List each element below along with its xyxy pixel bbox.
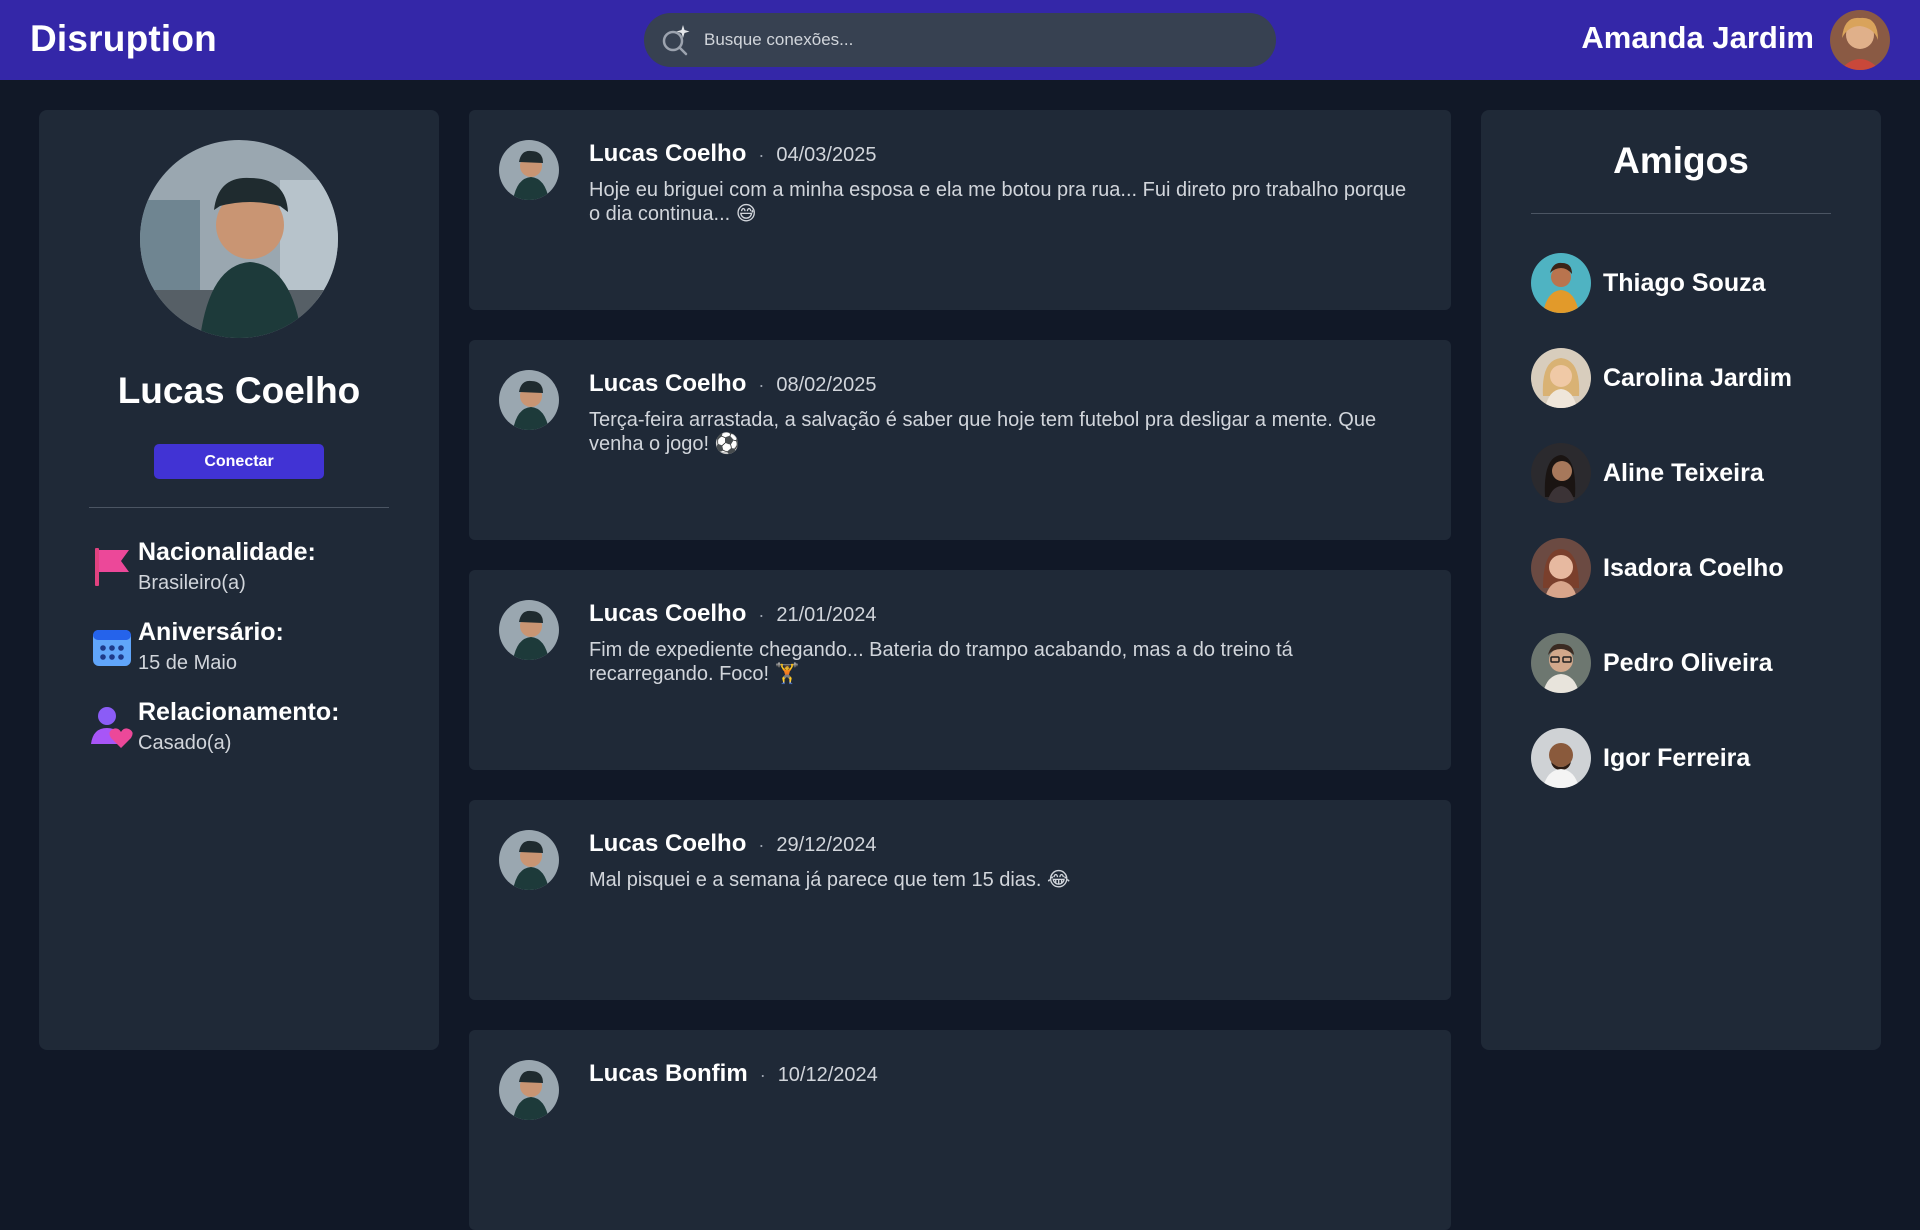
current-user-name[interactable]: Amanda Jardim xyxy=(1581,20,1814,56)
search-sparkle-icon xyxy=(662,25,690,56)
post-author-avatar[interactable] xyxy=(499,370,559,430)
separator-dot: · xyxy=(758,375,765,395)
friend-name[interactable]: Thiago Souza xyxy=(1603,269,1766,298)
connect-button[interactable]: Conectar xyxy=(154,444,324,479)
friend-item[interactable]: Aline Teixeira xyxy=(1531,443,1851,503)
divider xyxy=(1531,213,1831,214)
info-value: Brasileiro(a) xyxy=(138,572,246,594)
post-text: Hoje eu briguei com a minha esposa e ela… xyxy=(589,179,1407,225)
post-author-avatar[interactable] xyxy=(499,140,559,200)
calendar-icon xyxy=(93,630,131,666)
info-birthday: Aniversário: 15 de Maio xyxy=(89,618,419,688)
friend-name[interactable]: Igor Ferreira xyxy=(1603,744,1750,773)
post-date: 21/01/2024 xyxy=(776,604,877,626)
search-bar[interactable] xyxy=(644,13,1276,67)
friend-avatar[interactable] xyxy=(1531,348,1591,408)
post-header: Lucas Coelho · 29/12/2024 xyxy=(589,830,876,858)
post-text: Mal pisquei e a semana já parece que tem… xyxy=(589,869,1071,891)
post-author-avatar[interactable] xyxy=(499,830,559,890)
profile-photo xyxy=(140,140,338,338)
post-author[interactable]: Lucas Bonfim xyxy=(589,1060,748,1088)
post-date: 10/12/2024 xyxy=(777,1064,878,1086)
post-card[interactable]: Lucas Coelho · 29/12/2024 Mal pisquei e … xyxy=(469,800,1451,1000)
info-value: Casado(a) xyxy=(138,732,232,754)
post-author[interactable]: Lucas Coelho xyxy=(589,600,746,628)
info-relationship: Relacionamento: Casado(a) xyxy=(89,698,419,768)
post-text: Fim de expediente chegando... Bateria do… xyxy=(589,639,1293,685)
info-label: Relacionamento: xyxy=(138,698,340,726)
info-nationality: Nacionalidade: Brasileiro(a) xyxy=(89,538,419,608)
post-header: Lucas Coelho · 08/02/2025 xyxy=(589,370,876,398)
relationship-icon xyxy=(91,707,133,748)
friend-avatar[interactable] xyxy=(1531,538,1591,598)
post-author[interactable]: Lucas Coelho xyxy=(589,140,746,168)
brand-logo[interactable]: Disruption xyxy=(30,18,217,60)
current-user-avatar[interactable] xyxy=(1830,10,1890,70)
info-value: 15 de Maio xyxy=(138,652,237,674)
info-label: Aniversário: xyxy=(138,618,284,646)
divider xyxy=(89,507,389,508)
friend-avatar[interactable] xyxy=(1531,633,1591,693)
friend-name[interactable]: Pedro Oliveira xyxy=(1603,649,1773,678)
post-author[interactable]: Lucas Coelho xyxy=(589,370,746,398)
friend-avatar[interactable] xyxy=(1531,728,1591,788)
post-date: 04/03/2025 xyxy=(776,144,877,166)
post-header: Lucas Coelho · 21/01/2024 xyxy=(589,600,876,628)
post-header: Lucas Coelho · 04/03/2025 xyxy=(589,140,876,168)
post-card[interactable]: Lucas Bonfim · 10/12/2024 xyxy=(469,1030,1451,1230)
friend-name[interactable]: Isadora Coelho xyxy=(1603,554,1784,583)
search-input[interactable] xyxy=(702,29,1222,51)
friend-avatar[interactable] xyxy=(1531,253,1591,313)
friend-item[interactable]: Isadora Coelho xyxy=(1531,538,1851,598)
post-date: 29/12/2024 xyxy=(776,834,877,856)
separator-dot: · xyxy=(758,835,765,855)
post-text: Terça-feira arrastada, a salvação é sabe… xyxy=(589,409,1377,455)
friend-item[interactable]: Thiago Souza xyxy=(1531,253,1851,313)
friends-panel: Amigos Thiago Souza Carolina Jardim Alin… xyxy=(1481,110,1881,1050)
info-label: Nacionalidade: xyxy=(138,538,316,566)
friends-title: Amigos xyxy=(1613,140,1749,181)
separator-dot: · xyxy=(758,605,765,625)
profile-panel: Lucas Coelho Conectar Nacionalidade: Bra… xyxy=(39,110,439,1050)
friend-name[interactable]: Carolina Jardim xyxy=(1603,364,1792,393)
post-card[interactable]: Lucas Coelho · 04/03/2025 Hoje eu brigue… xyxy=(469,110,1451,310)
separator-dot: · xyxy=(758,145,765,165)
post-header: Lucas Bonfim · 10/12/2024 xyxy=(589,1060,878,1088)
friend-avatar[interactable] xyxy=(1531,443,1591,503)
top-bar: Disruption Amanda Jardim xyxy=(0,0,1920,80)
friend-item[interactable]: Pedro Oliveira xyxy=(1531,633,1851,693)
separator-dot: · xyxy=(759,1065,766,1085)
friend-item[interactable]: Igor Ferreira xyxy=(1531,728,1851,788)
friend-name[interactable]: Aline Teixeira xyxy=(1603,459,1764,488)
post-author-avatar[interactable] xyxy=(499,600,559,660)
post-author-avatar[interactable] xyxy=(499,1060,559,1120)
profile-name: Lucas Coelho xyxy=(117,370,361,411)
friend-item[interactable]: Carolina Jardim xyxy=(1531,348,1851,408)
post-card[interactable]: Lucas Coelho · 08/02/2025 Terça-feira ar… xyxy=(469,340,1451,540)
flag-icon xyxy=(95,548,129,586)
post-author[interactable]: Lucas Coelho xyxy=(589,830,746,858)
post-card[interactable]: Lucas Coelho · 21/01/2024 Fim de expedie… xyxy=(469,570,1451,770)
post-date: 08/02/2025 xyxy=(776,374,877,396)
